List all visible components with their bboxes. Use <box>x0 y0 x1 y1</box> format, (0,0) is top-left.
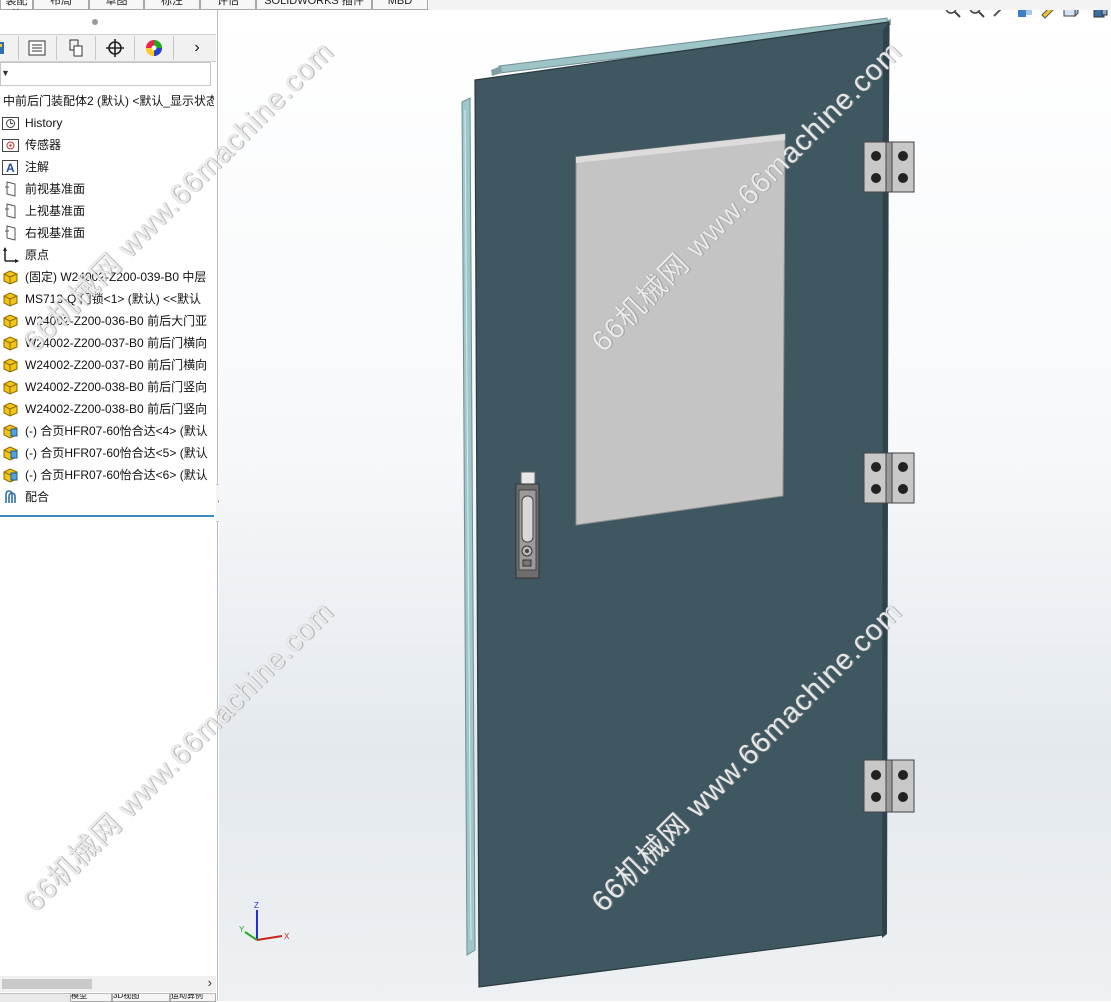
configuration-manager-icon <box>69 39 83 57</box>
display-manager-color-icon <box>146 40 162 56</box>
tree-item-label: 注解 <box>25 160 50 174</box>
hinge-top[interactable] <box>863 141 915 193</box>
part-hinge-icon <box>3 424 18 439</box>
command-manager-tabs: 装配体 布局 草图 标注 评估 SOLIDWORKS 插件 MBD <box>0 0 1111 10</box>
tree-item-component[interactable]: (-) 合页HFR07-60怡合达<4> (默认 <box>0 420 214 442</box>
tree-item-label: W24002-Z200-038-B0 前后门竖向 <box>25 402 208 416</box>
tree-item-label: 右视基准面 <box>25 226 86 240</box>
tree-item-component[interactable]: W24002-Z200-038-B0 前后门竖向 <box>0 376 214 398</box>
tree-item-label: (-) 合页HFR07-60怡合达<5> (默认 <box>25 446 208 460</box>
tree-item-label: W24002-Z200-037-B0 前后门横向 <box>25 358 208 372</box>
scroll-right-arrow-icon[interactable]: › <box>208 975 212 990</box>
reference-triad: Z X Y <box>239 901 290 941</box>
tree-filter-box[interactable]: ▼ <box>0 62 211 86</box>
manager-tabs: › <box>0 34 216 62</box>
tree-item-label: 配合 <box>25 490 50 504</box>
tree-item-sensors[interactable]: 传感器 <box>0 134 214 156</box>
filter-dropdown-arrow-icon[interactable]: ▼ <box>1 68 10 78</box>
tree-item-label: 原点 <box>25 248 50 262</box>
part-icon <box>3 270 18 285</box>
part-icon <box>3 292 18 307</box>
part-icon <box>3 336 18 351</box>
manager-tabs-more-chevron-icon[interactable]: › <box>178 36 216 60</box>
triad-x-label: X <box>284 932 290 941</box>
door-lock-ms713[interactable] <box>515 471 540 579</box>
history-folder-icon <box>2 117 19 130</box>
tree-item-label: 前视基准面 <box>25 182 86 196</box>
tree-item-component[interactable]: W24002-Z200-038-B0 前后门竖向 <box>0 398 214 420</box>
tree-item-component[interactable]: W24002-Z200-037-B0 前后门横向 <box>0 354 214 376</box>
pane-grip-handle[interactable] <box>92 19 98 25</box>
tree-item-component[interactable]: (-) 合页HFR07-60怡合达<5> (默认 <box>0 442 214 464</box>
tab-layout[interactable]: 布局 <box>33 0 89 10</box>
tab-evaluate[interactable]: 评估 <box>200 0 256 10</box>
tab-assembly[interactable]: 装配体 <box>0 0 33 10</box>
tree-horizontal-scrollbar[interactable]: › <box>0 975 216 992</box>
tree-item-label: W24002-Z200-038-B0 前后门竖向 <box>25 380 208 394</box>
tree-item-component[interactable]: (-) 合页HFR07-60怡合达<6> (默认 <box>0 464 214 486</box>
part-icon <box>3 358 18 373</box>
svg-text:A: A <box>6 161 15 175</box>
tree-item-label: (-) 合页HFR07-60怡合达<6> (默认 <box>25 468 208 482</box>
dimxpert-manager-tab[interactable] <box>96 36 135 60</box>
tree-item-label: 传感器 <box>25 138 62 152</box>
tree-item-label: (-) 合页HFR07-60怡合达<4> (默认 <box>25 424 208 438</box>
tab-solidworks-addins[interactable]: SOLIDWORKS 插件 <box>256 0 372 10</box>
configuration-manager-tab[interactable] <box>57 36 96 60</box>
feature-tree: 中前后门装配体2 (默认) <默认_显示状态-1> History 传感器 A … <box>0 90 216 508</box>
tree-item-label: History <box>25 116 63 130</box>
part-hinge-icon <box>3 446 18 461</box>
tree-root-label: 中前后门装配体2 (默认) <默认_显示状态-1> <box>3 94 214 108</box>
dimxpert-crosshair-icon <box>106 39 124 57</box>
tree-item-history[interactable]: History <box>0 112 214 134</box>
tab-sketch[interactable]: 草图 <box>89 0 144 10</box>
feature-manager-tab[interactable] <box>0 36 19 60</box>
triad-y-label: Y <box>239 925 245 934</box>
plane-icon <box>5 225 16 241</box>
tab-markup[interactable]: 标注 <box>144 0 200 10</box>
tree-item-mates[interactable]: 配合 <box>0 486 214 508</box>
sensor-icon <box>2 139 19 152</box>
display-manager-tab[interactable] <box>135 36 174 60</box>
feature-manager-icon <box>0 42 4 54</box>
property-manager-tab[interactable] <box>18 36 57 60</box>
origin-icon <box>3 247 19 263</box>
tree-root-assembly[interactable]: 中前后门装配体2 (默认) <默认_显示状态-1> <box>0 90 214 112</box>
tree-rollback-bar[interactable] <box>0 515 214 517</box>
tree-item-label: 上视基准面 <box>25 204 86 218</box>
tab-mbd[interactable]: MBD <box>372 0 428 10</box>
hinge-middle[interactable] <box>863 452 915 504</box>
part-hinge-icon <box>3 468 18 483</box>
plane-icon <box>5 181 16 197</box>
mates-icon <box>5 490 16 503</box>
triad-z-label: Z <box>254 901 259 910</box>
property-manager-icon <box>28 40 46 56</box>
door-top-frame-end <box>491 66 502 76</box>
scrollbar-thumb[interactable] <box>2 979 92 989</box>
hinge-bottom[interactable] <box>863 759 915 813</box>
part-icon <box>3 380 18 395</box>
part-icon <box>3 402 18 417</box>
plane-icon <box>5 203 16 219</box>
annotation-icon: A <box>2 160 18 175</box>
